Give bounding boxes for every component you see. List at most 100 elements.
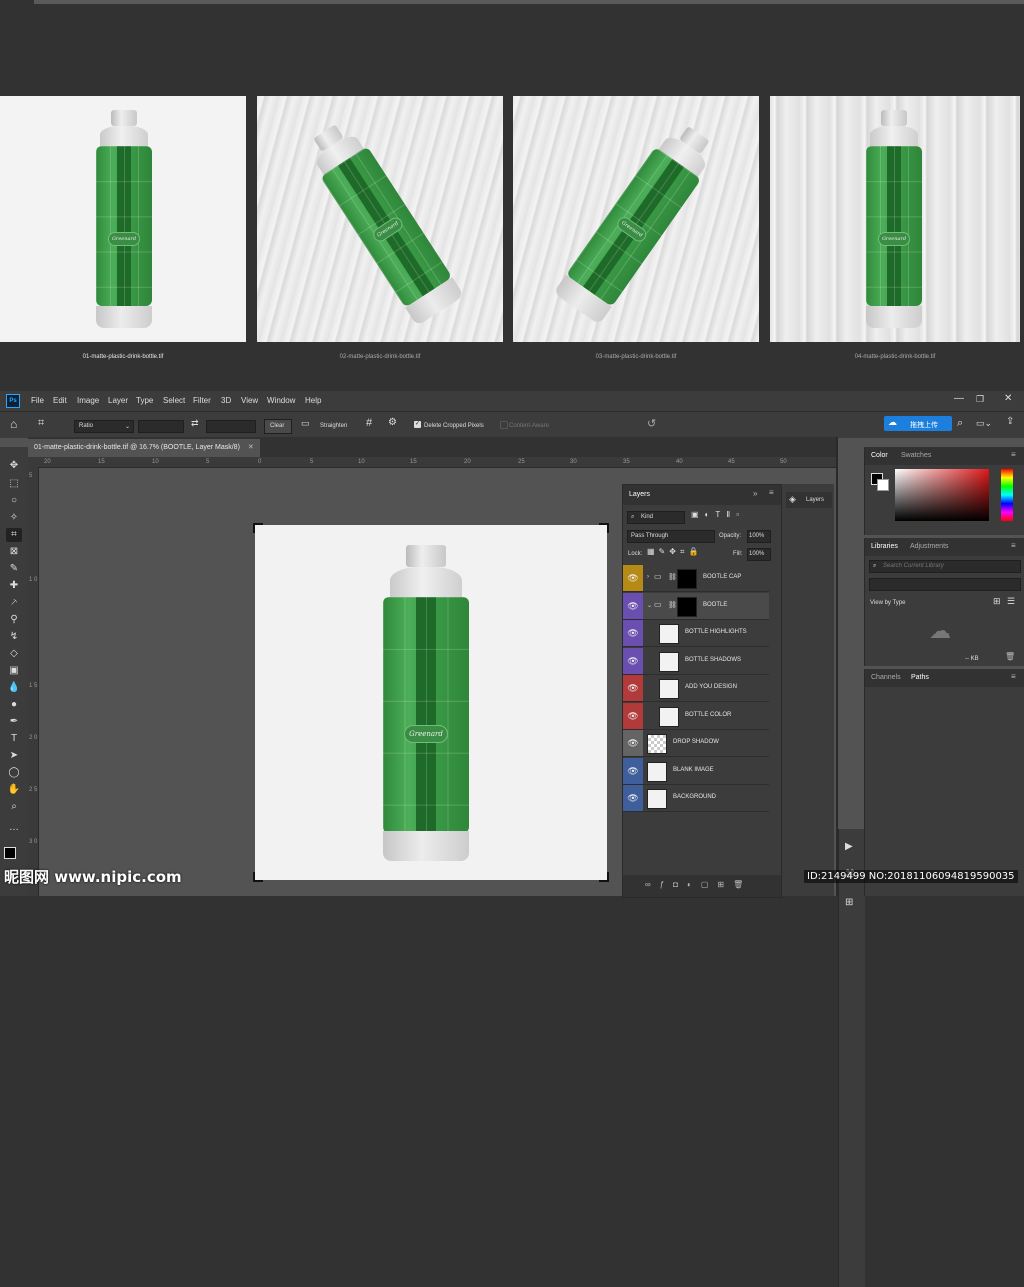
- crop-handle[interactable]: [599, 523, 609, 533]
- crop-tool-icon[interactable]: ⌗: [6, 528, 22, 542]
- healing-brush-icon[interactable]: ✚: [6, 579, 22, 593]
- crop-handle[interactable]: [253, 523, 263, 533]
- lock-icons[interactable]: ▦✎✥⌗🔒: [647, 547, 702, 557]
- eyedropper-tool-icon[interactable]: ✎: [6, 562, 22, 576]
- opacity-input[interactable]: 100%: [747, 530, 771, 543]
- grid-view-icon[interactable]: ⊞: [993, 596, 1001, 607]
- ratio-width-input[interactable]: [138, 420, 184, 433]
- document-tab[interactable]: 01-matte-plastic-drink-bottle.tif @ 16.7…: [28, 439, 260, 457]
- lasso-tool-icon[interactable]: ○: [6, 494, 22, 508]
- type-tool-icon[interactable]: T: [6, 732, 22, 746]
- more-tools-icon[interactable]: …: [6, 821, 22, 835]
- layer-actions-icons[interactable]: ∞ƒ◘◐▢⊞🗑: [645, 880, 752, 889]
- ratio-height-input[interactable]: [206, 420, 256, 433]
- tab-adjustments[interactable]: Adjustments: [910, 543, 949, 550]
- layer-thumbnail[interactable]: [647, 734, 667, 754]
- layer-row-blank-image[interactable]: 👁 BLANK IMAGE: [623, 757, 769, 785]
- menu-filter[interactable]: Filter: [193, 396, 211, 405]
- layer-row-drop-shadow[interactable]: 👁 DROP SHADOW: [623, 730, 769, 757]
- menu-select[interactable]: Select: [163, 396, 185, 405]
- layer-thumbnail[interactable]: [647, 789, 667, 809]
- visibility-eye-icon[interactable]: 👁: [623, 565, 643, 591]
- eraser-tool-icon[interactable]: ◇: [6, 647, 22, 661]
- layer-mask-thumbnail[interactable]: [677, 596, 697, 617]
- layer-row-bottle-color[interactable]: 👁 BOTTLE COLOR: [623, 702, 769, 730]
- blend-mode-select[interactable]: Pass Through: [627, 530, 715, 543]
- layers-side-tab[interactable]: ◈ Layers: [786, 492, 832, 508]
- foreground-color-swatch[interactable]: [4, 847, 16, 859]
- menu-file[interactable]: File: [31, 396, 44, 405]
- menu-image[interactable]: Image: [77, 396, 99, 405]
- dodge-tool-icon[interactable]: ●: [6, 698, 22, 712]
- document-canvas[interactable]: Greenard: [253, 523, 609, 882]
- link-icon[interactable]: ⛓: [668, 601, 677, 609]
- thumbnail-1[interactable]: Greenard: [0, 96, 246, 342]
- hand-tool-icon[interactable]: ✋: [6, 783, 22, 797]
- move-tool-icon[interactable]: ✥: [6, 459, 22, 473]
- thumbnail-2[interactable]: Greenard: [257, 96, 503, 342]
- layer-filter-icons[interactable]: ▣◐TⅡ▫: [691, 510, 745, 519]
- path-selection-icon[interactable]: ➤: [6, 749, 22, 763]
- panel-menu-icon[interactable]: ≡: [1011, 450, 1016, 459]
- layer-thumbnail[interactable]: [659, 706, 679, 727]
- crop-tool-icon[interactable]: ⌗: [38, 417, 44, 430]
- content-aware-checkbox[interactable]: [500, 421, 508, 429]
- upload-button[interactable]: ☁ 拖拽上传: [884, 416, 952, 431]
- frame-tool-icon[interactable]: ⊠: [6, 545, 22, 559]
- menu-type[interactable]: Type: [136, 396, 153, 405]
- layer-row-bootle[interactable]: 👁 ⌄ ▭ ⛓ BOOTLE: [623, 592, 769, 620]
- visibility-eye-icon[interactable]: 👁: [623, 592, 643, 619]
- panel-menu-icon[interactable]: ≡: [1011, 541, 1016, 550]
- thumbnail-3[interactable]: Greenard: [513, 96, 759, 342]
- history-icon[interactable]: ▶: [845, 841, 853, 852]
- fill-input[interactable]: 100%: [747, 548, 771, 561]
- layer-thumbnail[interactable]: [647, 761, 667, 782]
- layer-row-bootle-cap[interactable]: 👁 › ▭ ⛓ BOOTLE CAP: [623, 565, 769, 592]
- restore-icon[interactable]: ❐: [976, 394, 984, 405]
- ratio-select[interactable]: Ratio ⌄: [74, 420, 134, 433]
- menu-layer[interactable]: Layer: [108, 396, 128, 405]
- minimize-icon[interactable]: —: [954, 393, 964, 404]
- layer-filter-select[interactable]: ⌕ Kind: [627, 511, 685, 524]
- layer-thumbnail[interactable]: [659, 624, 679, 644]
- home-icon[interactable]: ⌂: [10, 417, 17, 431]
- visibility-eye-icon[interactable]: 👁: [623, 620, 643, 646]
- background-color-swatch[interactable]: [877, 479, 889, 491]
- tab-paths[interactable]: Paths: [911, 674, 929, 681]
- close-icon[interactable]: ✕: [1004, 393, 1012, 404]
- panel-menu-icon[interactable]: ≡: [1011, 672, 1016, 681]
- menu-help[interactable]: Help: [305, 396, 321, 405]
- stamp-tool-icon[interactable]: ⚲: [6, 613, 22, 627]
- link-icon[interactable]: ⛓: [668, 573, 677, 581]
- gradient-tool-icon[interactable]: ▣: [6, 664, 22, 678]
- workspace-icon[interactable]: ▭⌄: [976, 418, 992, 429]
- brush-tool-icon[interactable]: ⸕: [6, 596, 22, 610]
- collapse-icon[interactable]: »: [753, 489, 757, 498]
- crop-handle[interactable]: [599, 872, 609, 882]
- pen-tool-icon[interactable]: ✒: [6, 715, 22, 729]
- straighten-icon[interactable]: ▭: [301, 418, 310, 429]
- history-brush-icon[interactable]: ↯: [6, 630, 22, 644]
- tab-close-icon[interactable]: ✕: [248, 444, 254, 451]
- chevron-right-icon[interactable]: ›: [647, 574, 649, 580]
- layers-panel-title[interactable]: Layers: [629, 491, 650, 498]
- layer-row-background[interactable]: 👁 BACKGROUND: [623, 785, 769, 812]
- visibility-eye-icon[interactable]: 👁: [623, 785, 643, 811]
- layer-row-bottle-shadows[interactable]: 👁 BOTTLE SHADOWS: [623, 647, 769, 675]
- straighten-label[interactable]: Straighten: [320, 423, 347, 429]
- zoom-tool-icon[interactable]: ⌕: [6, 800, 22, 814]
- hue-slider[interactable]: [1001, 469, 1013, 521]
- grid-overlay-icon[interactable]: #: [366, 417, 372, 429]
- clear-button[interactable]: Clear: [264, 419, 292, 434]
- layer-thumbnail[interactable]: [659, 651, 679, 672]
- menu-edit[interactable]: Edit: [53, 396, 67, 405]
- panel-menu-icon[interactable]: ≡: [769, 488, 774, 497]
- view-by-type-label[interactable]: View by Type: [870, 600, 905, 606]
- menu-view[interactable]: View: [241, 396, 258, 405]
- magic-wand-tool-icon[interactable]: ✧: [6, 511, 22, 525]
- tab-libraries[interactable]: Libraries: [871, 543, 898, 550]
- library-select[interactable]: [869, 578, 1021, 591]
- visibility-eye-icon[interactable]: 👁: [623, 675, 643, 701]
- delete-cropped-checkbox[interactable]: ✓: [414, 421, 421, 428]
- share-icon[interactable]: ⇪: [1006, 416, 1014, 427]
